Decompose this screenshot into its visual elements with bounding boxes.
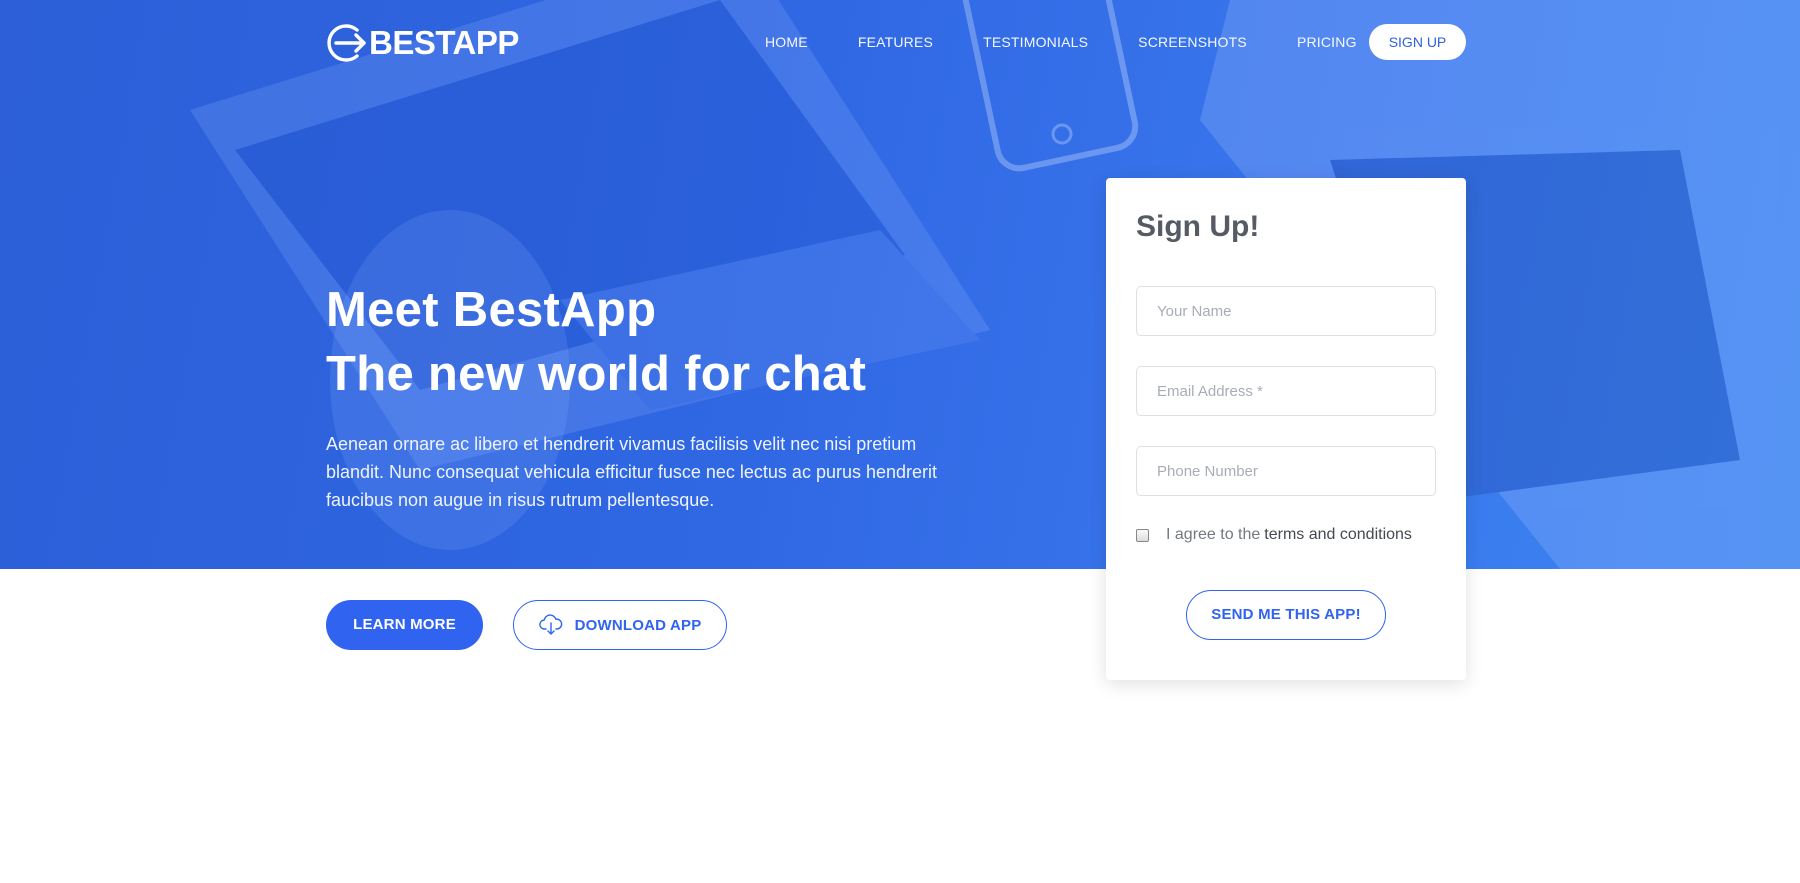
- nav-item-pricing[interactable]: PRICING: [1297, 24, 1357, 60]
- nav-item-testimonials[interactable]: TESTIMONIALS: [983, 24, 1088, 60]
- phone-field[interactable]: [1136, 446, 1436, 496]
- hero-section: BESTAPP HOME FEATURES TESTIMONIALS SCREE…: [0, 0, 1800, 569]
- agree-prefix: I agree to the: [1166, 526, 1261, 543]
- email-field[interactable]: [1136, 366, 1436, 416]
- nav-item-features[interactable]: FEATURES: [858, 24, 933, 60]
- hero-title: Meet BestApp The new world for chat: [326, 278, 866, 406]
- nav-item-home[interactable]: HOME: [765, 24, 808, 60]
- hero-title-line-2: The new world for chat: [326, 347, 867, 401]
- download-app-label: DOWNLOAD APP: [574, 616, 702, 634]
- arrow-in-circle-icon: [327, 24, 366, 62]
- hero-title-line-1: Meet BestApp: [326, 283, 657, 337]
- nav-signup-button[interactable]: SIGN UP: [1369, 24, 1466, 60]
- brand-name: BESTAPP: [369, 24, 519, 61]
- signup-card: Sign Up! I agree to the terms and condit…: [1106, 178, 1466, 680]
- brand-logo[interactable]: BESTAPP: [326, 22, 519, 64]
- nav-item-screenshots[interactable]: SCREENSHOTS: [1138, 24, 1247, 60]
- top-navigation: BESTAPP HOME FEATURES TESTIMONIALS SCREE…: [0, 0, 1800, 84]
- nav-links: HOME FEATURES TESTIMONIALS SCREENSHOTS P…: [765, 24, 1407, 60]
- cloud-download-icon: [538, 614, 562, 635]
- terms-checkbox[interactable]: [1136, 528, 1149, 542]
- terms-agreement: I agree to the terms and conditions: [1136, 526, 1412, 544]
- learn-more-button[interactable]: LEARN MORE: [326, 600, 483, 650]
- name-field[interactable]: [1136, 286, 1436, 336]
- send-app-button[interactable]: SEND ME THIS APP!: [1186, 590, 1386, 640]
- download-app-button[interactable]: DOWNLOAD APP: [513, 600, 727, 650]
- signup-title: Sign Up!: [1136, 210, 1260, 243]
- hero-description: Aenean ornare ac libero et hendrerit viv…: [326, 434, 938, 510]
- terms-link[interactable]: terms and conditions: [1264, 526, 1412, 544]
